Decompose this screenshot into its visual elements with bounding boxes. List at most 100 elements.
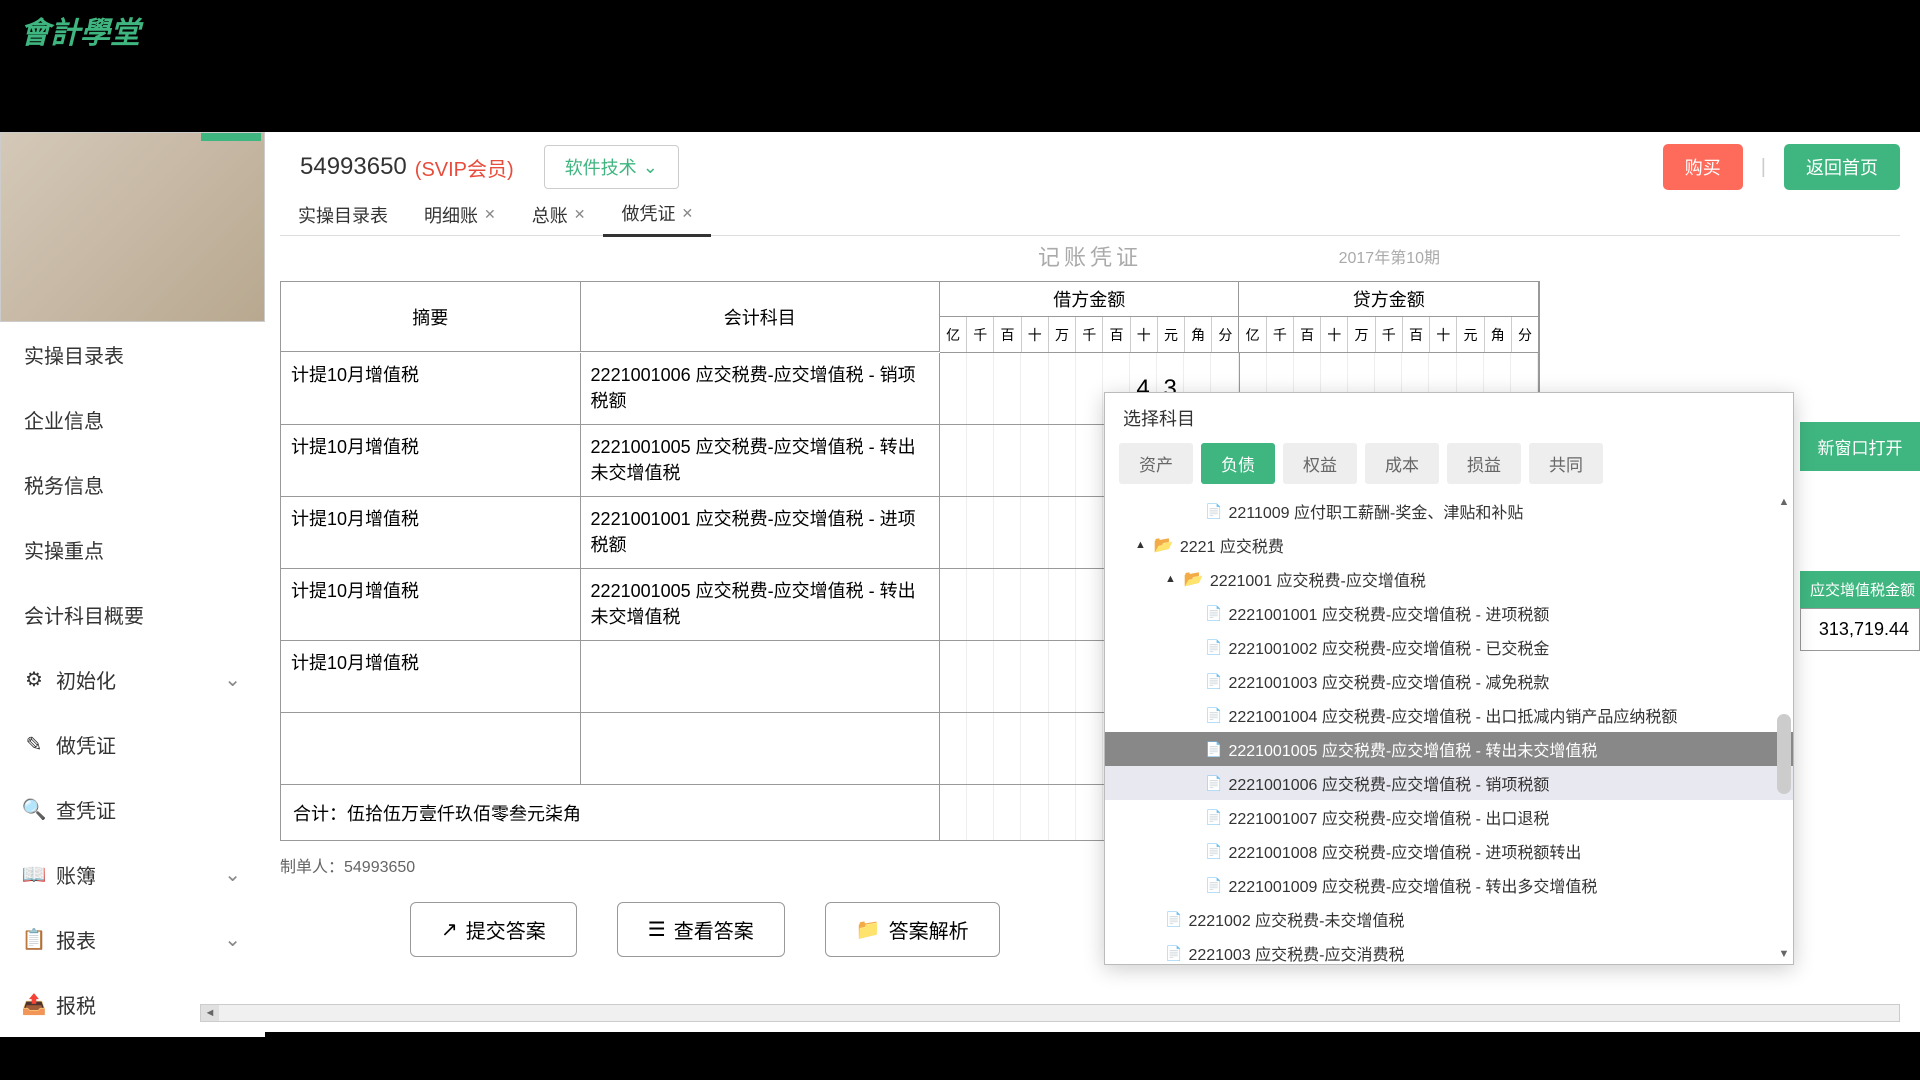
sidebar-label: 查凭证 <box>56 795 116 824</box>
file-icon: 📄 <box>1205 639 1222 656</box>
scroll-up-arrow[interactable]: ▲ <box>1777 496 1791 510</box>
submit-answer-button[interactable]: ↗ 提交答案 <box>410 902 577 957</box>
file-icon: 📄 <box>1205 605 1222 622</box>
account-cell[interactable]: 2221001005 应交税费-应交增值税 - 转出未交增值税 <box>581 569 940 641</box>
unit-cell: 元 <box>1457 317 1484 352</box>
submit-label: 提交答案 <box>466 915 546 944</box>
picker-tab[interactable]: 负债 <box>1201 443 1275 484</box>
summary-cell[interactable]: 计提10月增值税 <box>281 569 581 641</box>
picker-tab[interactable]: 损益 <box>1447 443 1521 484</box>
sidebar-item[interactable]: 实操重点 <box>0 517 265 582</box>
total-label: 合计：伍拾伍万壹仟玖佰零叁元柒角 <box>281 785 940 840</box>
unit-cell: 分 <box>1512 317 1538 352</box>
tree-label: 2221001002 应交税费-应交增值税 - 已交税金 <box>1228 635 1549 659</box>
explain-answer-button[interactable]: 📁 答案解析 <box>825 902 1000 957</box>
svip-badge: (SVIP会员) <box>415 153 514 182</box>
tree-item[interactable]: ▲📂2221 应交税费 <box>1105 528 1793 562</box>
sidebar-item[interactable]: 企业信息 <box>0 387 265 452</box>
tree-item[interactable]: 📄2221002 应交税费-未交增值税 <box>1105 902 1793 936</box>
tree-label: 2211009 应付职工薪酬-奖金、津贴和补贴 <box>1228 499 1523 523</box>
tree-label: 2221003 应交税费-应交消费税 <box>1188 941 1404 964</box>
sidebar-item[interactable]: 税务信息 <box>0 452 265 517</box>
sidebar-item[interactable]: 实操目录表 <box>0 322 265 387</box>
unit-cell: 百 <box>1103 317 1130 352</box>
summary-cell[interactable] <box>281 713 581 785</box>
file-icon: 📄 <box>1205 843 1222 860</box>
chevron-down-icon: ⌄ <box>224 667 241 692</box>
sidebar-item[interactable]: 🔍查凭证 <box>0 777 265 842</box>
close-icon[interactable]: ✕ <box>681 205 693 222</box>
scroll-down-arrow[interactable]: ▼ <box>1777 948 1791 962</box>
scrollbar-thumb[interactable] <box>1777 714 1791 794</box>
unit-cell: 亿 <box>940 317 967 352</box>
period-date: 2017年第10期 <box>1339 244 1440 268</box>
tech-dropdown[interactable]: 软件技术 ⌄ <box>544 145 679 189</box>
account-cell[interactable]: 2221001006 应交税费-应交增值税 - 销项税额 <box>581 353 940 425</box>
tree-item[interactable]: ▲📂2221001 应交税费-应交增值税 <box>1105 562 1793 596</box>
picker-tab[interactable]: 权益 <box>1283 443 1357 484</box>
picker-tab[interactable]: 资产 <box>1119 443 1193 484</box>
sidebar-label: 初始化 <box>56 665 116 694</box>
close-icon[interactable]: ✕ <box>574 206 586 223</box>
tab-总账[interactable]: 总账✕ <box>514 194 604 236</box>
tree-item[interactable]: 📄2221001005 应交税费-应交增值税 - 转出未交增值税 <box>1105 732 1793 766</box>
sidebar-item[interactable]: 📖账簿⌄ <box>0 842 265 907</box>
account-tree[interactable]: ▲ ▼ 📄 2211009 应付职工薪酬-奖金、津贴和补贴 ▲📂2221 应交税费▲… <box>1105 494 1793 964</box>
tree-item[interactable]: 📄 2221001008 应交税费-应交增值税 - 进项税额转出 <box>1105 834 1793 868</box>
tree-item[interactable]: 📄 2221001002 应交税费-应交增值税 - 已交税金 <box>1105 630 1793 664</box>
sidebar-item[interactable]: 会计科目概要 <box>0 582 265 647</box>
file-icon: 📄 <box>1205 741 1222 758</box>
tab-实操目录表[interactable]: 实操目录表 <box>280 194 406 236</box>
right-panel: 新窗口打开 应交增值税金额 313,719.44 <box>1800 422 1920 651</box>
buy-button[interactable]: 购买 <box>1663 144 1743 190</box>
tree-item[interactable]: 📄2221001003 应交税费-应交增值税 - 减免税款 <box>1105 664 1793 698</box>
tab-做凭证[interactable]: 做凭证✕ <box>603 192 711 237</box>
tree-label: 2221001008 应交税费-应交增值税 - 进项税额转出 <box>1228 839 1581 863</box>
close-icon[interactable]: ✕ <box>484 206 496 223</box>
unit-cell: 分 <box>1212 317 1238 352</box>
tree-item[interactable]: 📄2221001009 应交税费-应交增值税 - 转出多交增值税 <box>1105 868 1793 902</box>
file-icon: 📄 <box>1205 809 1222 826</box>
file-icon: 📄 <box>1165 911 1182 928</box>
tree-label: 2221001004 应交税费-应交增值税 - 出口抵减内销产品应纳税额 <box>1228 703 1677 727</box>
account-cell[interactable] <box>581 641 940 713</box>
chevron-down-icon: ⌄ <box>224 862 241 887</box>
sidebar-item[interactable]: ⚙初始化⌄ <box>0 647 265 712</box>
video-thumbnail[interactable] <box>0 132 265 322</box>
unit-cell: 元 <box>1158 317 1185 352</box>
view-answer-button[interactable]: ☰ 查看答案 <box>617 902 785 957</box>
period-bar: 记账凭证 2017年第10期 <box>280 236 1900 276</box>
tab-明细账[interactable]: 明细账✕ <box>406 194 514 236</box>
tree-item[interactable]: 📄2221001001 应交税费-应交增值税 - 进项税额 <box>1105 596 1793 630</box>
unit-cell: 万 <box>1348 317 1375 352</box>
sidebar-item[interactable]: 📋报表⌄ <box>0 907 265 972</box>
tree-item[interactable]: 📄2221001006 应交税费-应交增值税 - 销项税额 <box>1105 766 1793 800</box>
account-cell[interactable]: 2221001001 应交税费-应交增值税 - 进项税额 <box>581 497 940 569</box>
user-id: 54993650 <box>300 153 407 181</box>
tree-item[interactable]: 📄2221003 应交税费-应交消费税 <box>1105 936 1793 964</box>
view-label: 查看答案 <box>674 915 754 944</box>
home-button[interactable]: 返回首页 <box>1784 144 1900 190</box>
file-icon: 📄 <box>1205 503 1222 520</box>
file-icon: 📄 <box>1205 673 1222 690</box>
tree-item[interactable]: 📄 2211009 应付职工薪酬-奖金、津贴和补贴 <box>1105 494 1793 528</box>
scroll-left-arrow[interactable]: ◄ <box>201 1005 219 1021</box>
account-cell[interactable] <box>581 713 940 785</box>
picker-tab[interactable]: 共同 <box>1529 443 1603 484</box>
summary-cell[interactable]: 计提10月增值税 <box>281 425 581 497</box>
sidebar-icon: 📤 <box>24 995 44 1015</box>
tree-item[interactable]: 📄2221001004 应交税费-应交增值税 - 出口抵减内销产品应纳税额 <box>1105 698 1793 732</box>
unit-cell: 十 <box>1321 317 1348 352</box>
tree-item[interactable]: 📄2221001007 应交税费-应交增值税 - 出口退税 <box>1105 800 1793 834</box>
new-window-button[interactable]: 新窗口打开 <box>1800 422 1920 471</box>
summary-cell[interactable]: 计提10月增值税 <box>281 353 581 425</box>
summary-cell[interactable]: 计提10月增值税 <box>281 497 581 569</box>
horizontal-scrollbar[interactable]: ◄ <box>200 1004 1900 1022</box>
account-cell[interactable]: 2221001005 应交税费-应交增值税 - 转出未交增值税 <box>581 425 940 497</box>
tech-label: 软件技术 <box>565 154 637 180</box>
sidebar-item[interactable]: ✎做凭证 <box>0 712 265 777</box>
summary-cell[interactable]: 计提10月增值税 <box>281 641 581 713</box>
picker-tab[interactable]: 成本 <box>1365 443 1439 484</box>
unit-cell: 百 <box>1294 317 1321 352</box>
picker-title: 选择科目 <box>1105 393 1793 443</box>
